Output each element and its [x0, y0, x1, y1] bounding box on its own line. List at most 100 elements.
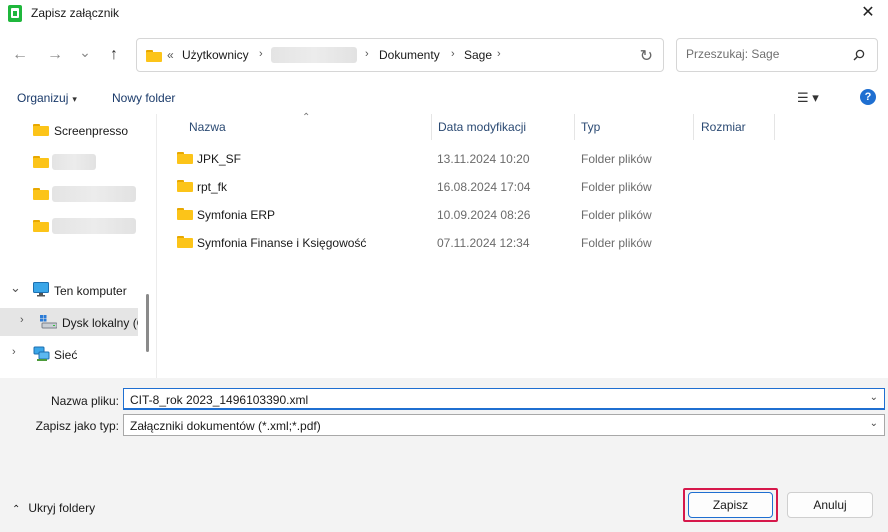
nav-item-this-pc[interactable]: ⌄ Ten komputer: [0, 276, 138, 304]
organize-label: Organizuj: [17, 91, 69, 105]
file-name: Symfonia ERP: [197, 208, 276, 222]
refresh-icon[interactable]: ↻: [640, 46, 653, 66]
chevron-down-icon: ▾: [72, 94, 77, 104]
breadcrumb-separator[interactable]: ›: [259, 48, 263, 60]
redacted-username: [271, 47, 357, 63]
column-header-type[interactable]: Typ: [581, 120, 600, 134]
column-header-date[interactable]: Data modyfikacji: [438, 120, 526, 134]
nav-item-network[interactable]: › Sieć: [0, 340, 138, 368]
redacted-folder-name: [52, 154, 96, 170]
folder-icon: [177, 208, 193, 220]
save-button[interactable]: Zapisz: [688, 492, 773, 518]
filename-value: CIT-8_rok 2023_1496103390.xml: [130, 393, 309, 407]
folder-icon: [33, 188, 49, 200]
nav-item-label: Sieć: [54, 348, 78, 362]
save-options-panel: Nazwa pliku: CIT-8_rok 2023_1496103390.x…: [0, 378, 888, 532]
list-item[interactable]: Symfonia ERP 10.09.2024 08:26 Folder pli…: [157, 200, 888, 228]
search-box[interactable]: [676, 38, 878, 72]
folder-icon: [33, 156, 49, 168]
chevron-right-icon[interactable]: ›: [20, 314, 24, 326]
nav-item-label: Dysk lokalny (C: [62, 316, 138, 330]
navigation-pane: Screenpresso ⌄ Ten komputer › Dysk lokal…: [0, 114, 156, 378]
file-name: Symfonia Finanse i Księgowość: [197, 236, 367, 250]
organize-menu[interactable]: Organizuj ▾: [17, 91, 77, 105]
back-arrow-icon[interactable]: ←: [10, 45, 30, 65]
file-name: rpt_fk: [197, 180, 228, 194]
monitor-icon: [33, 282, 49, 297]
close-icon[interactable]: ✕: [858, 3, 878, 23]
network-icon: [33, 346, 50, 361]
folder-icon: [177, 152, 193, 164]
chevron-right-icon[interactable]: ›: [12, 346, 16, 358]
filetype-label: Zapisz jako typ:: [35, 419, 119, 433]
list-item[interactable]: Symfonia Finanse i Księgowość 07.11.2024…: [157, 228, 888, 256]
chevron-down-icon[interactable]: ⌄: [870, 418, 878, 429]
filetype-value: Załączniki dokumentów (*.xml;*.pdf): [130, 419, 321, 433]
search-icon[interactable]: [853, 49, 865, 61]
folder-icon: [146, 50, 162, 62]
help-icon[interactable]: ?: [860, 89, 876, 105]
new-folder-button[interactable]: Nowy folder: [112, 91, 175, 105]
file-date: 07.11.2024 12:34: [437, 236, 530, 250]
file-type: Folder plików: [581, 152, 652, 166]
folder-icon: [33, 124, 49, 136]
toolbar: Organizuj ▾ Nowy folder ☰ ▾: [0, 82, 888, 114]
chevron-up-icon: ⌃: [12, 504, 21, 515]
breadcrumb-separator[interactable]: ›: [365, 48, 369, 60]
column-separator[interactable]: [774, 114, 775, 140]
cancel-button[interactable]: Anuluj: [787, 492, 873, 518]
breadcrumb-separator[interactable]: ›: [451, 48, 455, 60]
filename-field[interactable]: CIT-8_rok 2023_1496103390.xml ⌄: [123, 388, 885, 410]
file-date: 10.09.2024 08:26: [437, 208, 531, 222]
search-input[interactable]: [686, 47, 846, 61]
window-title: Zapisz załącznik: [31, 6, 120, 20]
list-item[interactable]: JPK_SF 13.11.2024 10:20 Folder plików: [157, 144, 888, 172]
hide-folders-button[interactable]: ⌃ Ukryj foldery: [12, 501, 95, 515]
breadcrumb-users[interactable]: Użytkownicy: [182, 48, 249, 62]
app-icon: [8, 5, 22, 22]
breadcrumb-overflow[interactable]: «: [167, 48, 174, 62]
file-date: 16.08.2024 17:04: [437, 180, 531, 194]
nav-item-screenpresso[interactable]: Screenpresso: [0, 116, 138, 144]
column-header-name[interactable]: Nazwa: [189, 120, 226, 134]
recent-locations-icon[interactable]: ⌄: [75, 42, 95, 62]
redacted-folder-name: [52, 186, 136, 202]
column-separator[interactable]: [431, 114, 432, 140]
view-options-icon[interactable]: ☰ ▾: [797, 90, 833, 108]
filetype-select[interactable]: Załączniki dokumentów (*.xml;*.pdf) ⌄: [123, 414, 885, 436]
up-arrow-icon[interactable]: ↑: [104, 45, 124, 65]
chevron-down-icon[interactable]: ⌄: [10, 280, 21, 296]
chevron-down-icon[interactable]: ⌄: [870, 392, 878, 403]
list-item[interactable]: rpt_fk 16.08.2024 17:04 Folder plików: [157, 172, 888, 200]
drive-icon: [40, 315, 57, 329]
nav-item-redacted[interactable]: [0, 180, 138, 208]
nav-item-label: Ten komputer: [54, 284, 127, 298]
sort-ascending-icon: ⌃: [302, 112, 311, 123]
breadcrumb-documents[interactable]: Dokumenty: [379, 48, 440, 62]
nav-item-redacted[interactable]: [0, 148, 138, 176]
folder-icon: [177, 236, 193, 248]
file-type: Folder plików: [581, 236, 652, 250]
column-header-size[interactable]: Rozmiar: [701, 120, 746, 134]
file-list: ⌃ Nazwa Data modyfikacji Typ Rozmiar JPK…: [157, 112, 888, 378]
nav-item-redacted[interactable]: [0, 212, 138, 240]
column-separator[interactable]: [693, 114, 694, 140]
redacted-folder-name: [52, 218, 136, 234]
file-type: Folder plików: [581, 180, 652, 194]
navigation-bar: ← → ⌄ ↑ « Użytkownicy › › Dokumenty › Sa…: [0, 36, 888, 74]
nav-pane-scrollbar[interactable]: [146, 294, 149, 352]
file-name: JPK_SF: [197, 152, 242, 166]
filename-label: Nazwa pliku:: [50, 394, 119, 408]
file-date: 13.11.2024 10:20: [437, 152, 530, 166]
breadcrumb-separator[interactable]: ›: [497, 48, 501, 60]
nav-item-label: Screenpresso: [54, 124, 129, 138]
address-bar[interactable]: « Użytkownicy › › Dokumenty › Sage › ↻: [136, 38, 664, 72]
hide-folders-label: Ukryj foldery: [28, 501, 96, 515]
nav-item-local-disk[interactable]: › Dysk lokalny (C: [0, 308, 138, 336]
column-separator[interactable]: [574, 114, 575, 140]
file-type: Folder plików: [581, 208, 652, 222]
title-bar: Zapisz załącznik ✕: [0, 0, 888, 28]
folder-icon: [177, 180, 193, 192]
forward-arrow-icon[interactable]: →: [45, 45, 65, 65]
breadcrumb-sage[interactable]: Sage: [464, 48, 492, 62]
